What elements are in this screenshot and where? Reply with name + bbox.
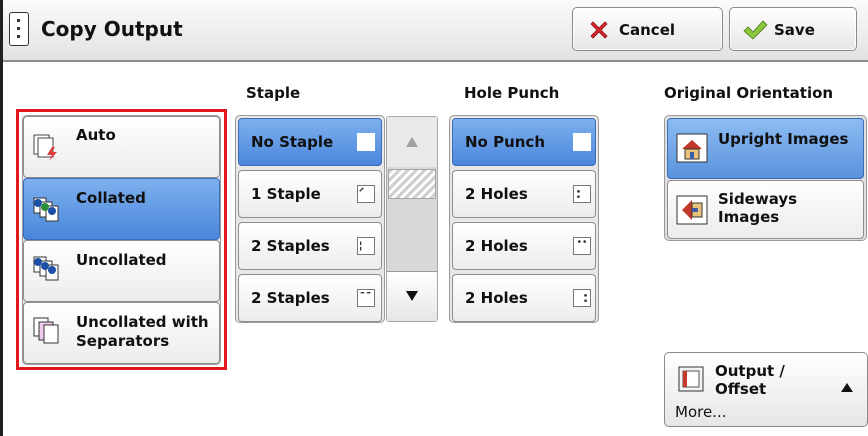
scroll-down-button[interactable] (387, 271, 437, 321)
staple-list: No Staple 1 Staple 2 Staples 2 Staples (235, 115, 385, 323)
sideways-image-icon (676, 195, 708, 225)
punch-label-2-left: 2 Holes (465, 185, 528, 203)
close-icon (590, 21, 608, 39)
arrow-up-icon (841, 383, 853, 392)
staple-option-none[interactable]: No Staple (238, 118, 382, 166)
output-tray-icon (678, 366, 704, 392)
punch-option-none[interactable]: No Punch (452, 118, 596, 166)
cancel-label: Cancel (619, 21, 676, 39)
copy-output-screen: Copy Output Cancel Save Staple Hole Punc… (0, 0, 868, 436)
staple-scrollbar[interactable] (386, 116, 438, 322)
menu-icon (9, 12, 29, 46)
checkmark-icon (743, 20, 768, 40)
staple-label-2-top: 2 Staples (251, 289, 330, 307)
staple-heading: Staple (246, 84, 301, 102)
punch-label-2-top: 2 Holes (465, 237, 528, 255)
more-label: More... (675, 403, 727, 421)
two-holes-right-icon (573, 289, 591, 307)
orientation-heading: Original Orientation (664, 84, 834, 102)
scroll-up-button[interactable] (387, 117, 437, 167)
two-holes-top-icon (573, 237, 591, 255)
punch-option-2-left[interactable]: 2 Holes (452, 170, 596, 218)
two-staples-left-icon (357, 237, 375, 255)
upright-image-icon (676, 133, 708, 163)
staple-option-1[interactable]: 1 Staple (238, 170, 382, 218)
page-title: Copy Output (41, 17, 183, 41)
orientation-label-sideways: Sideways Images (718, 190, 798, 226)
arrow-up-icon (406, 137, 418, 147)
screen-edge (0, 0, 3, 436)
staple-option-2-top[interactable]: 2 Staples (238, 274, 382, 322)
save-label: Save (774, 21, 815, 39)
staple-label-2-left: 2 Staples (251, 237, 330, 255)
hole-punch-list: No Punch 2 Holes 2 Holes 2 Holes (449, 115, 599, 323)
staple-label-none: No Staple (251, 133, 334, 151)
punch-option-2-right[interactable]: 2 Holes (452, 274, 596, 322)
collation-highlight-frame (16, 109, 227, 370)
cancel-button[interactable]: Cancel (572, 7, 723, 51)
punch-option-2-top[interactable]: 2 Holes (452, 222, 596, 270)
output-offset-button[interactable]: Output / Offset More... (664, 352, 868, 427)
two-holes-left-icon (573, 185, 591, 203)
no-punch-icon (573, 133, 591, 151)
scroll-thumb[interactable] (388, 169, 436, 199)
hole-punch-heading: Hole Punch (464, 84, 560, 102)
orientation-option-upright[interactable]: Upright Images (667, 118, 864, 179)
no-staple-icon (357, 133, 375, 151)
title-bar: Copy Output Cancel Save (3, 0, 868, 62)
orientation-label-upright: Upright Images (718, 130, 849, 148)
arrow-down-icon (406, 291, 418, 301)
orientation-list: Upright Images Sideways Images (664, 115, 867, 241)
save-button[interactable]: Save (729, 7, 857, 51)
two-staples-top-icon (357, 289, 375, 307)
staple-label-1: 1 Staple (251, 185, 321, 203)
output-offset-label: Output / Offset (715, 362, 785, 398)
staple-option-2-left[interactable]: 2 Staples (238, 222, 382, 270)
punch-label-2-right: 2 Holes (465, 289, 528, 307)
one-staple-icon (357, 185, 375, 203)
punch-label-none: No Punch (465, 133, 546, 151)
orientation-option-sideways[interactable]: Sideways Images (667, 180, 864, 239)
